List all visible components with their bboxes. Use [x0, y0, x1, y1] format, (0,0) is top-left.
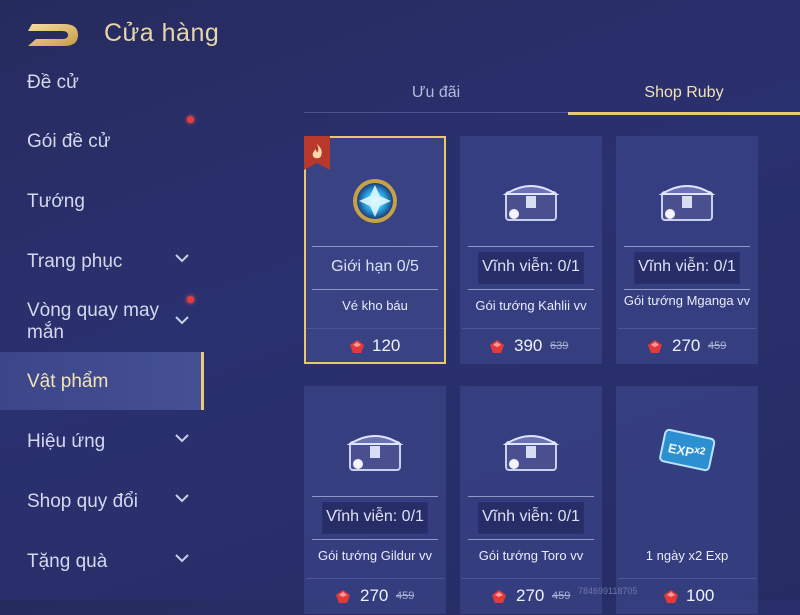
sidebar-item-de-cu[interactable]: Đề cử: [0, 62, 204, 108]
shop-card-kahlii[interactable]: Vĩnh viễn: 0/1 Gói tướng Kahlii vv 390 6…: [460, 136, 602, 364]
price-row: 390 639: [462, 328, 600, 365]
page-title: Cửa hàng: [104, 19, 220, 47]
chevron-down-icon: [175, 254, 189, 263]
price-row: 270 459: [306, 578, 444, 615]
shop-card-toro[interactable]: Vĩnh viễn: 0/1 Gói tướng Toro vv 270 459: [460, 386, 602, 614]
shop-card-x2-exp[interactable]: EXP x2 1 ngày x2 Exp 100: [616, 386, 758, 614]
header-bar: Cửa hàng: [0, 0, 800, 70]
item-price: 390: [514, 336, 543, 355]
ruby-icon: [648, 340, 662, 353]
item-price: 120: [372, 336, 401, 355]
watermark: 784699118705: [578, 586, 638, 596]
item-price: 270: [672, 336, 701, 355]
item-name: Vé kho báu: [342, 298, 408, 313]
notification-dot: [187, 296, 194, 303]
item-name: Gói tướng Toro vv: [478, 548, 584, 563]
price-row: 120: [306, 328, 444, 365]
hero-chest-icon: [658, 185, 716, 221]
tab-uu-dai[interactable]: Ưu đãi: [304, 72, 568, 113]
limit-row: Vĩnh viễn: 0/1: [624, 246, 750, 290]
shop-card-ve-kho-bau[interactable]: Giới hạn 0/5 Vé kho báu 120: [304, 136, 446, 364]
notification-dot: [187, 116, 194, 123]
sidebar-item-label: Vật phẩm: [27, 371, 109, 392]
item-name: Gói tướng Gildur vv: [317, 548, 433, 563]
price-row: 100: [618, 578, 756, 615]
sidebar: Đề cử Gói đề cử Tướng Trang phục Vòng qu…: [0, 62, 204, 600]
ruby-icon: [490, 340, 504, 353]
shop-tabs: Ưu đãi Shop Ruby: [304, 72, 800, 115]
sidebar-item-tang-qua[interactable]: Tặng quà: [0, 532, 204, 590]
ruby-icon: [664, 590, 678, 603]
sidebar-item-goi-de-cu[interactable]: Gói đề cử: [0, 112, 204, 170]
hero-chest-icon: [502, 185, 560, 221]
chevron-down-icon: [175, 494, 189, 503]
hot-badge-icon: [304, 136, 330, 170]
item-name: 1 ngày x2 Exp: [645, 548, 729, 563]
item-old-price: 459: [708, 340, 727, 352]
purchase-limit: Giới hạn 0/5: [331, 258, 419, 275]
shop-card-mganga[interactable]: Vĩnh viễn: 0/1 Gói tướng Mganga vv 270 4…: [616, 136, 758, 364]
ruby-icon: [492, 590, 506, 603]
ruby-icon: [336, 590, 350, 603]
limit-row: Vĩnh viễn: 0/1: [468, 246, 594, 290]
sidebar-item-label: Tướng: [27, 191, 85, 212]
exp-card-icon: EXP x2: [659, 428, 716, 472]
hero-chest-icon: [346, 435, 404, 471]
price-row: 270 459: [618, 328, 756, 365]
limit-row: Giới hạn 0/5: [312, 246, 438, 290]
back-arrow-icon: [28, 24, 78, 46]
sidebar-item-hieu-ung[interactable]: Hiệu ứng: [0, 412, 204, 470]
sidebar-item-shop-quy-doi[interactable]: Shop quy đổi: [0, 472, 204, 530]
ruby-icon: [350, 340, 364, 353]
chevron-down-icon: [175, 554, 189, 563]
sidebar-item-vong-quay[interactable]: Vòng quay may mắn: [0, 290, 204, 352]
item-price: 270: [516, 586, 545, 605]
item-price: 100: [686, 586, 715, 605]
purchase-limit: Vĩnh viễn: 0/1: [638, 258, 736, 275]
sidebar-item-label: Shop quy đổi: [27, 491, 138, 512]
tab-shop-ruby[interactable]: Shop Ruby: [568, 72, 800, 115]
hero-chest-icon: [502, 435, 560, 471]
chevron-down-icon: [175, 434, 189, 443]
sidebar-item-label: Vòng quay may mắn: [27, 300, 160, 343]
shop-card-gildur[interactable]: Vĩnh viễn: 0/1 Gói tướng Gildur vv 270 4…: [304, 386, 446, 614]
sidebar-item-label: Tặng quà: [27, 551, 108, 572]
item-name: Gói tướng Mganga vv: [623, 293, 751, 308]
price-row: 270 459: [462, 578, 600, 615]
item-old-price: 639: [550, 340, 569, 352]
treasure-ticket-icon: [353, 179, 397, 223]
sidebar-item-label: Trang phục: [27, 251, 123, 272]
purchase-limit: Vĩnh viễn: 0/1: [326, 508, 424, 525]
sidebar-item-label: Hiệu ứng: [27, 431, 106, 452]
purchase-limit: Vĩnh viễn: 0/1: [482, 258, 580, 275]
sidebar-item-tuong[interactable]: Tướng: [0, 172, 204, 230]
item-price: 270: [360, 586, 389, 605]
back-button[interactable]: [26, 20, 82, 50]
limit-row: Vĩnh viễn: 0/1: [468, 496, 594, 540]
limit-row: Vĩnh viễn: 0/1: [312, 496, 438, 540]
item-old-price: 459: [552, 590, 571, 602]
item-name: Gói tướng Kahlii vv: [475, 298, 587, 313]
sidebar-item-trang-phuc[interactable]: Trang phục: [0, 232, 204, 290]
item-old-price: 459: [396, 590, 415, 602]
sidebar-item-label: Đề cử: [27, 72, 79, 93]
sidebar-item-label: Gói đề cử: [27, 131, 111, 152]
chevron-down-icon: [175, 316, 189, 325]
purchase-limit: Vĩnh viễn: 0/1: [482, 508, 580, 525]
sidebar-item-vat-pham[interactable]: Vật phẩm: [0, 352, 204, 410]
